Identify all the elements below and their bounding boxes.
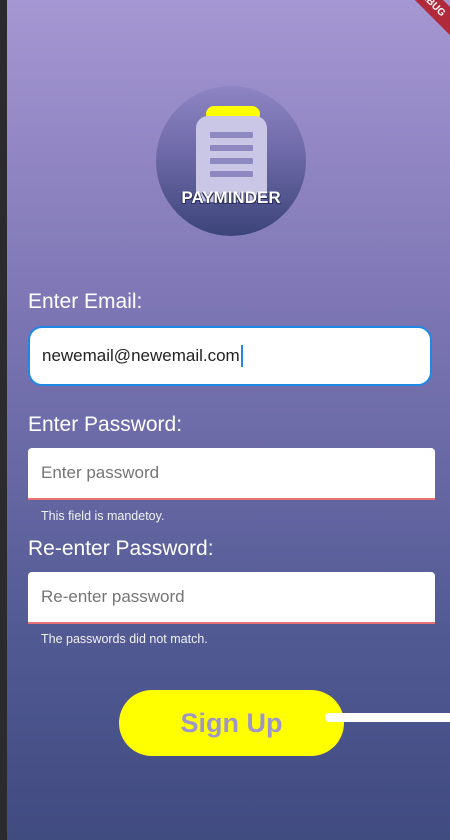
password-error: This field is mandetoy. [41, 509, 165, 523]
app-logo: PAYMINDER [156, 86, 306, 236]
signup-button[interactable]: Sign Up [119, 690, 344, 756]
password-placeholder: Enter password [41, 463, 160, 482]
confirm-password-placeholder: Re-enter password [41, 587, 185, 606]
email-value: newemail@newemail.com [42, 346, 240, 365]
confirm-password-label: Re-enter Password: [28, 537, 214, 560]
logo-text: PAYMINDER [181, 188, 281, 207]
clipboard-line-icon [210, 145, 253, 151]
email-label: Enter Email: [28, 290, 143, 313]
confirm-password-error: The passwords did not match. [41, 632, 208, 646]
window-edge [0, 0, 7, 840]
text-cursor [240, 345, 243, 367]
clipboard-line-icon [210, 158, 253, 164]
clipboard-line-icon [210, 132, 253, 138]
debug-banner: DEBUG [392, 0, 450, 41]
slide-handle[interactable] [325, 713, 450, 722]
email-field[interactable]: newemail@newemail.com [28, 326, 432, 386]
password-field[interactable]: Enter password [28, 448, 435, 500]
password-label: Enter Password: [28, 413, 183, 436]
clipboard-line-icon [210, 171, 253, 177]
signup-screen: DEBUG PAYMINDER Enter Email: newemail@ne… [7, 0, 450, 840]
confirm-password-field[interactable]: Re-enter password [28, 572, 435, 624]
